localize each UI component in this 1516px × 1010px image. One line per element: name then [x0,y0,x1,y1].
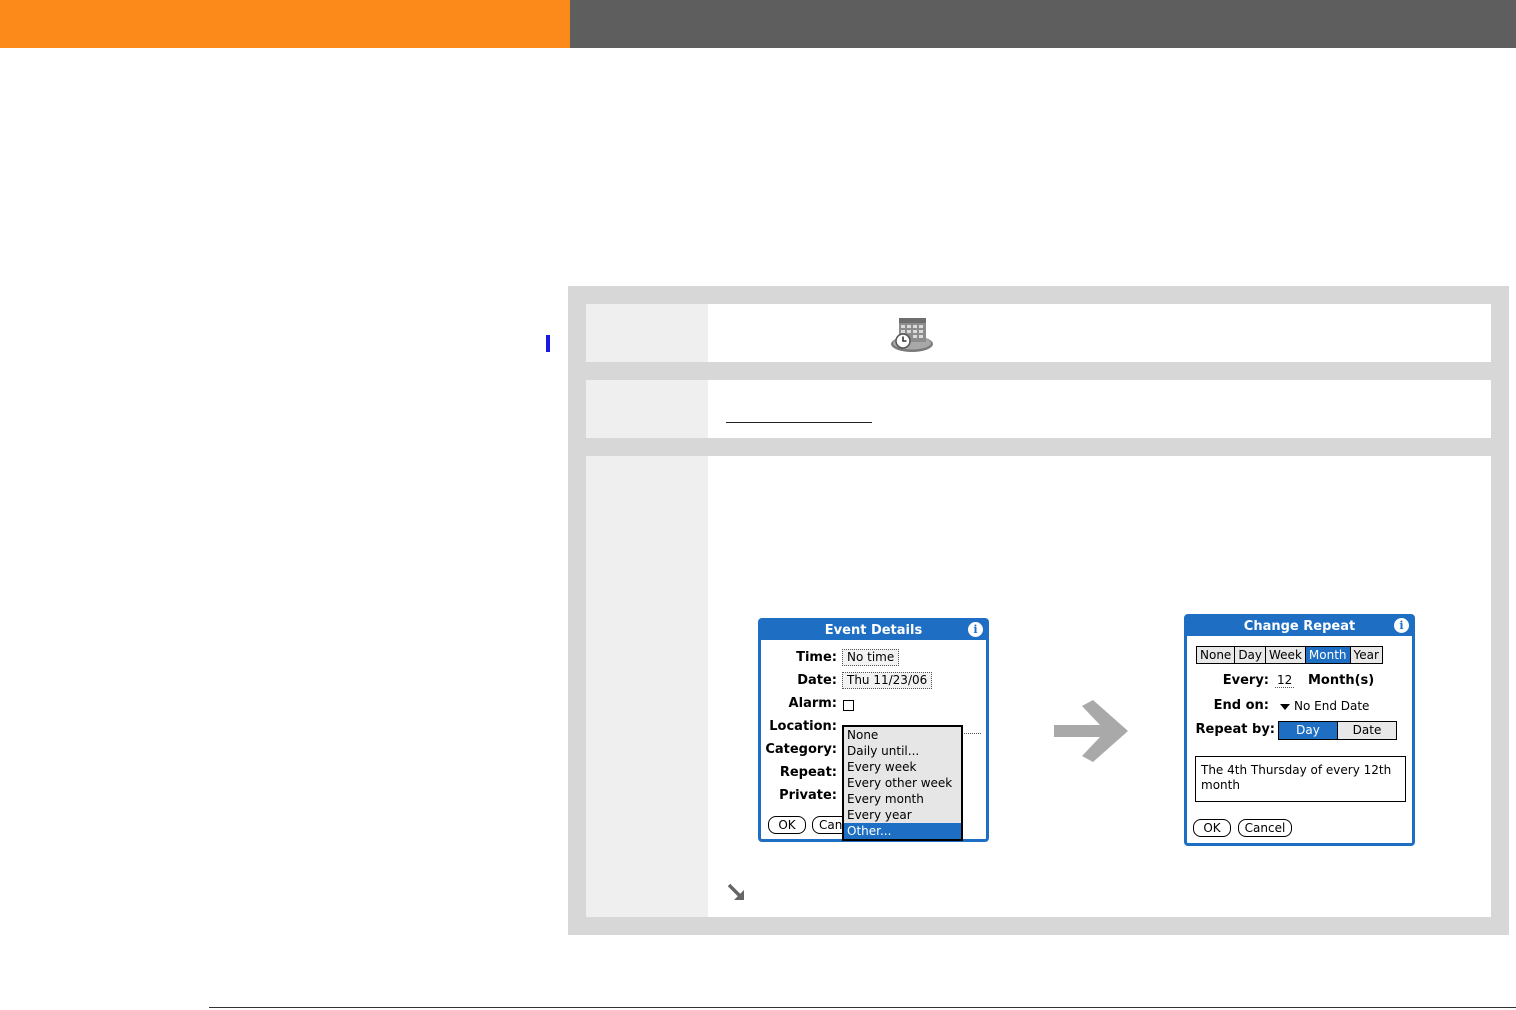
repeat-by-label: Repeat by: [1195,722,1275,737]
ok-button[interactable]: OK [768,816,806,834]
category-label: Category: [765,742,837,757]
time-label: Time: [796,650,837,665]
repeat-by-day[interactable]: Day [1279,722,1338,739]
tab-year[interactable]: Year [1350,647,1382,663]
right-arrow-icon [1054,700,1128,762]
step-2 [586,380,1491,438]
event-details-title-bar: Event Details i [761,621,986,640]
calendar-app-icon[interactable] [890,315,934,353]
repeat-option-selected[interactable]: Other... [844,823,961,839]
repeat-option[interactable]: Daily until... [844,743,961,759]
event-details-dialog: Event Details i Time: No time Date: Thu … [758,618,989,842]
continued-arrow-icon [727,883,744,900]
tab-none[interactable]: None [1197,647,1236,663]
chevron-down-icon[interactable] [1280,704,1290,710]
ok-button[interactable]: OK [1193,819,1231,837]
footer-rule [209,1007,1516,1008]
tab-week[interactable]: Week [1266,647,1306,663]
step-2-content [708,380,1491,438]
every-unit: Month(s) [1308,673,1375,688]
cancel-button[interactable]: Cancel [1238,819,1292,837]
location-field-line[interactable] [961,733,981,734]
repeat-option[interactable]: Every other week [844,775,961,791]
alarm-checkbox[interactable] [843,700,854,711]
event-details-title: Event Details [824,623,923,638]
margin-marker [546,335,550,352]
repeat-by-toggle: Day Date [1278,721,1397,740]
header-title-bar [570,0,1516,48]
time-selector[interactable]: No time [842,649,900,666]
date-label: Date: [797,673,837,688]
location-label: Location: [769,719,837,734]
every-label: Every: [1222,673,1269,688]
info-icon[interactable]: i [1394,618,1409,633]
private-label: Private: [779,788,837,803]
repeat-label: Repeat: [779,765,837,780]
change-repeat-title: Change Repeat [1243,619,1356,634]
date-selector[interactable]: Thu 11/23/06 [842,672,933,689]
tab-month[interactable]: Month [1305,647,1351,663]
repeat-option[interactable]: Every year [844,807,961,823]
info-icon[interactable]: i [968,622,983,637]
repeat-option[interactable]: Every week [844,759,961,775]
alarm-label: Alarm: [788,696,837,711]
change-repeat-dialog: Change Repeat i None Day Week Month Year… [1184,614,1415,846]
step-1-content [708,304,1491,362]
repeat-type-tabs: None Day Week Month Year [1196,646,1383,664]
repeat-option[interactable]: None [844,727,961,743]
end-on-selector[interactable]: No End Date [1294,699,1369,713]
repeat-description: The 4th Thursday of every 12th month [1195,756,1406,802]
step-1 [586,304,1491,362]
change-repeat-title-bar: Change Repeat i [1187,617,1412,636]
repeat-by-date[interactable]: Date [1338,722,1396,739]
tab-day[interactable]: Day [1235,647,1267,663]
end-on-label: End on: [1213,698,1269,713]
header-accent-bar [0,0,570,48]
repeat-option[interactable]: Every month [844,791,961,807]
repeat-popup-list[interactable]: None Daily until... Every week Every oth… [842,725,963,841]
every-value-field[interactable]: 12 [1275,673,1295,688]
hyperlink-underline[interactable] [726,422,872,423]
